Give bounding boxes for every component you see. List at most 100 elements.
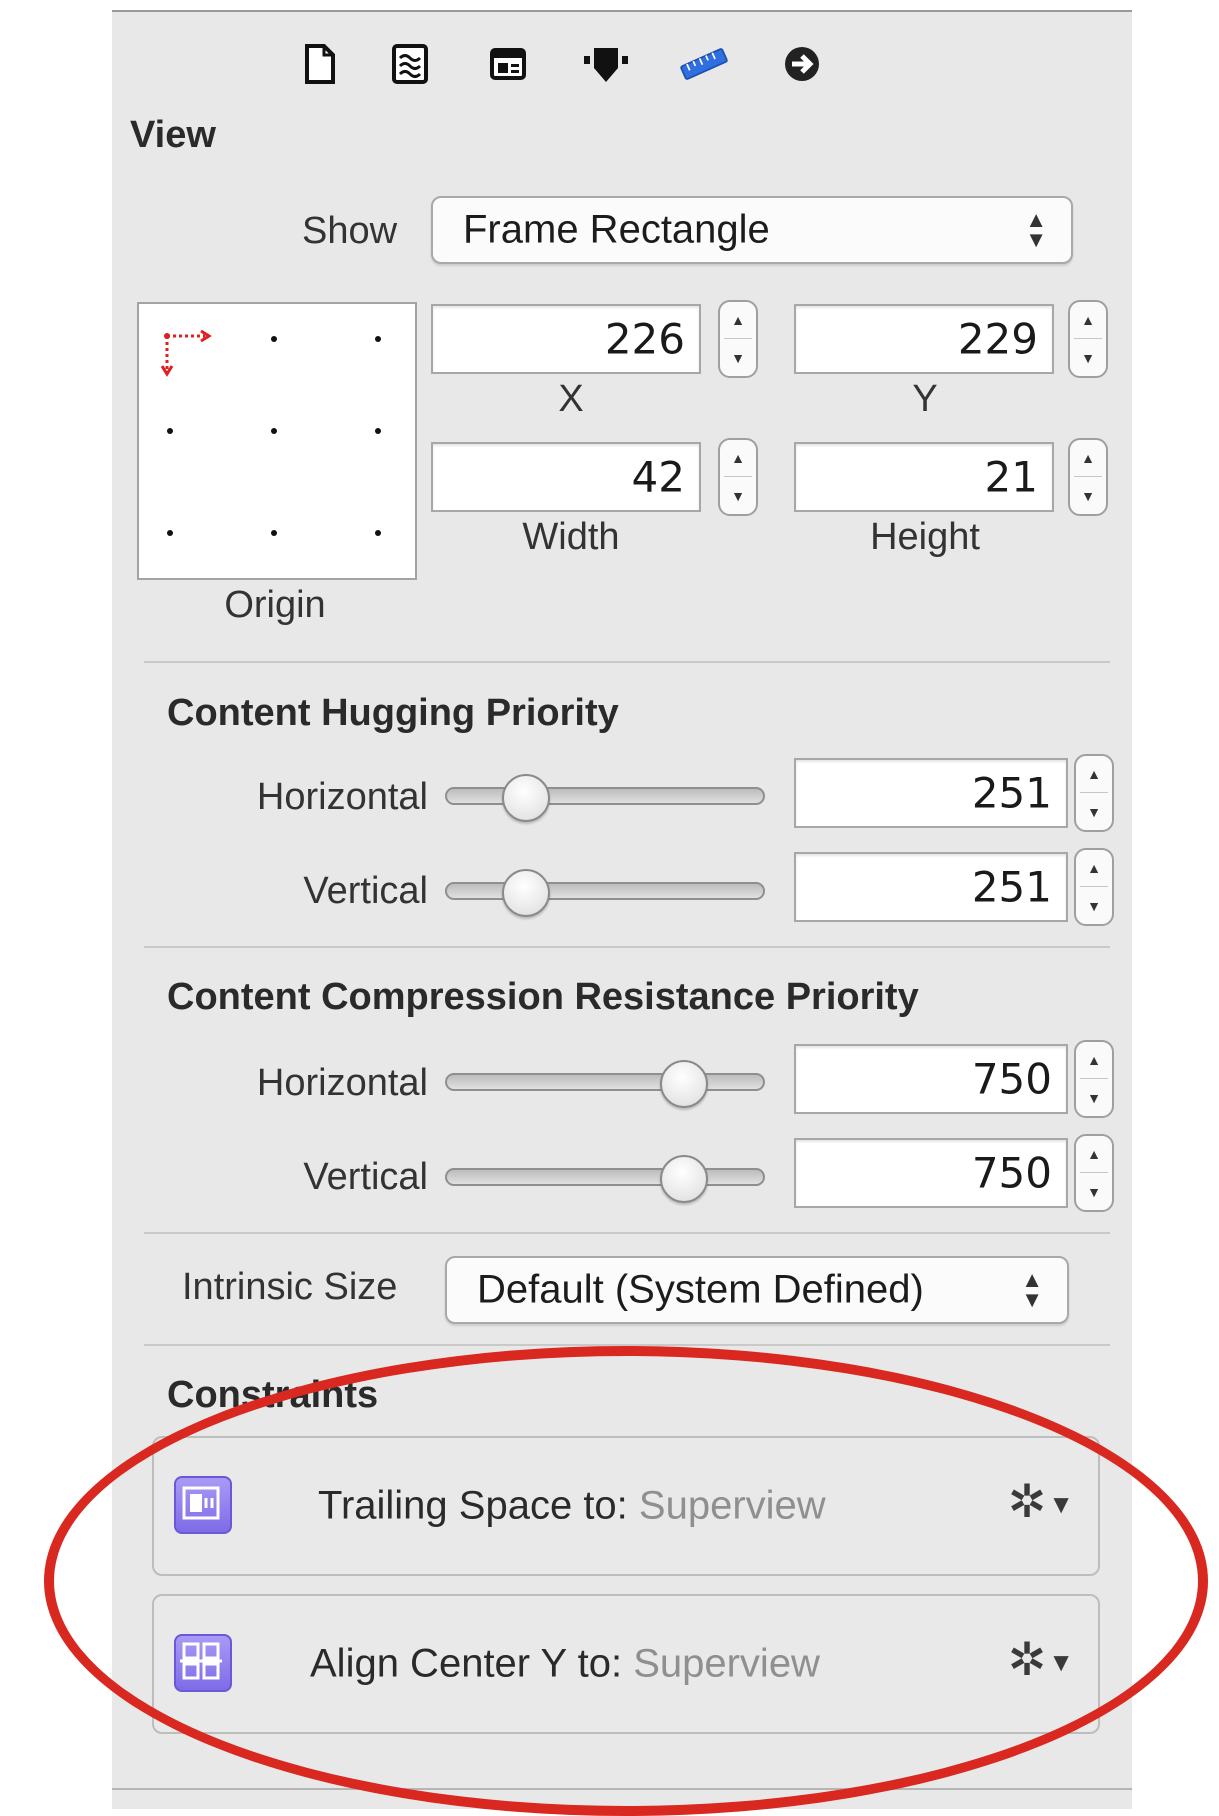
origin-selector[interactable] [137,302,417,580]
inspector-toolbar [112,12,1132,122]
compression-vertical-label: Vertical [303,1156,428,1198]
file-inspector-tab[interactable] [294,36,346,92]
section-divider [144,946,1110,948]
compression-vertical-stepper[interactable]: ▲ ▼ [1074,1134,1114,1212]
constraint-target: Superview [638,1483,826,1528]
attributes-inspector-tab[interactable] [580,36,632,92]
hugging-vertical-slider[interactable] [445,882,765,900]
intrinsic-size-value: Default (System Defined) [477,1267,924,1312]
compression-horizontal-stepper[interactable]: ▲ ▼ [1074,1040,1114,1118]
stepper-up-icon[interactable]: ▲ [1076,1146,1112,1162]
origin-point[interactable] [271,336,277,342]
stepper-up-icon[interactable]: ▲ [720,312,756,328]
hugging-horizontal-slider[interactable] [445,787,765,805]
origin-point[interactable] [375,336,381,342]
constraint-row[interactable]: Trailing Space to: Superview ✲▼ [152,1436,1100,1576]
x-stepper[interactable]: ▲ ▼ [718,300,758,378]
origin-point[interactable] [375,530,381,536]
connections-arrow-icon [785,47,819,81]
hugging-horizontal-field[interactable]: 251 [794,758,1068,828]
origin-point[interactable] [271,428,277,434]
connections-inspector-tab[interactable] [776,36,828,92]
compression-vertical-field[interactable]: 750 [794,1138,1068,1208]
chevron-down-icon: ▼ [1048,1647,1074,1678]
stepper-down-icon[interactable]: ▼ [1070,350,1106,366]
y-stepper[interactable]: ▲ ▼ [1068,300,1108,378]
compression-vertical-slider[interactable] [445,1168,765,1186]
slider-thumb[interactable] [660,1155,708,1203]
popup-arrows-icon: ▲ ▼ [1021,1267,1043,1312]
slider-thumb[interactable] [502,869,550,917]
origin-point[interactable] [167,530,173,536]
stepper-down-icon[interactable]: ▼ [720,350,756,366]
compression-horizontal-field[interactable]: 750 [794,1044,1068,1114]
compression-horizontal-label: Horizontal [256,1062,428,1104]
stepper-up-icon[interactable]: ▲ [1076,1052,1112,1068]
intrinsic-size-label: Intrinsic Size [182,1266,398,1308]
popup-arrows-icon: ▲ ▼ [1025,207,1047,252]
section-divider [144,1344,1110,1346]
constraint-action-menu[interactable]: ✲▼ [1008,1632,1074,1686]
stepper-up-icon[interactable]: ▲ [720,450,756,466]
trailing-space-icon [174,1476,232,1534]
stepper-down-icon[interactable]: ▼ [1076,804,1112,820]
hugging-vertical-stepper[interactable]: ▲ ▼ [1074,848,1114,926]
constraint-text: Align Center Y to: Superview [310,1642,820,1687]
constraints-section-title: Constraints [167,1374,379,1416]
quick-help-tab[interactable] [384,36,436,92]
stepper-down-icon[interactable]: ▼ [1076,898,1112,914]
section-divider [144,661,1110,663]
gear-icon: ✲ [1007,1633,1047,1685]
attributes-icon [584,48,628,82]
compression-section-title: Content Compression Resistance Priority [167,976,919,1018]
identity-icon [490,48,526,80]
slider-thumb[interactable] [502,774,550,822]
size-inspector-tab[interactable] [678,36,730,92]
constraint-action-menu[interactable]: ✲▼ [1008,1474,1074,1528]
origin-label: Origin [224,584,326,626]
stepper-down-icon[interactable]: ▼ [720,488,756,504]
slider-thumb[interactable] [660,1060,708,1108]
height-field[interactable]: 21 [794,442,1054,512]
chevron-down-icon: ▼ [1048,1489,1074,1520]
stepper-up-icon[interactable]: ▲ [1070,312,1106,328]
hugging-vertical-label: Vertical [303,870,428,912]
show-popup[interactable]: Frame Rectangle ▲ ▼ [431,196,1073,264]
width-stepper[interactable]: ▲ ▼ [718,438,758,516]
x-value: 226 [604,314,685,364]
hugging-section-title: Content Hugging Priority [167,692,619,734]
stepper-down-icon[interactable]: ▼ [1076,1090,1112,1106]
hugging-horizontal-value: 251 [971,768,1052,818]
align-center-y-icon [174,1634,232,1692]
height-stepper[interactable]: ▲ ▼ [1068,438,1108,516]
origin-anchor-icon [161,330,212,377]
view-section-title: View [130,114,216,156]
y-field[interactable]: 229 [794,304,1054,374]
stepper-down-icon[interactable]: ▼ [1070,488,1106,504]
compression-horizontal-slider[interactable] [445,1073,765,1091]
x-label: X [558,378,584,420]
quick-help-icon [392,44,428,84]
origin-point[interactable] [167,428,173,434]
hugging-vertical-field[interactable]: 251 [794,852,1068,922]
compression-vertical-value: 750 [971,1148,1052,1198]
constraint-text: Trailing Space to: Superview [318,1484,826,1529]
stepper-up-icon[interactable]: ▲ [1076,766,1112,782]
panel-bottom-divider [112,1788,1132,1790]
width-field[interactable]: 42 [431,442,701,512]
x-field[interactable]: 226 [431,304,701,374]
intrinsic-size-popup[interactable]: Default (System Defined) ▲ ▼ [445,1256,1069,1324]
gear-icon: ✲ [1007,1475,1047,1527]
origin-point[interactable] [375,428,381,434]
constraint-row[interactable]: Align Center Y to: Superview ✲▼ [152,1594,1100,1734]
stepper-down-icon[interactable]: ▼ [1076,1184,1112,1200]
show-popup-value: Frame Rectangle [463,207,770,252]
hugging-horizontal-stepper[interactable]: ▲ ▼ [1074,754,1114,832]
stepper-up-icon[interactable]: ▲ [1076,860,1112,876]
show-label: Show [302,210,398,252]
height-value: 21 [984,452,1038,502]
origin-point[interactable] [271,530,277,536]
identity-inspector-tab[interactable] [482,36,534,92]
stepper-up-icon[interactable]: ▲ [1070,450,1106,466]
y-label: Y [912,378,938,420]
